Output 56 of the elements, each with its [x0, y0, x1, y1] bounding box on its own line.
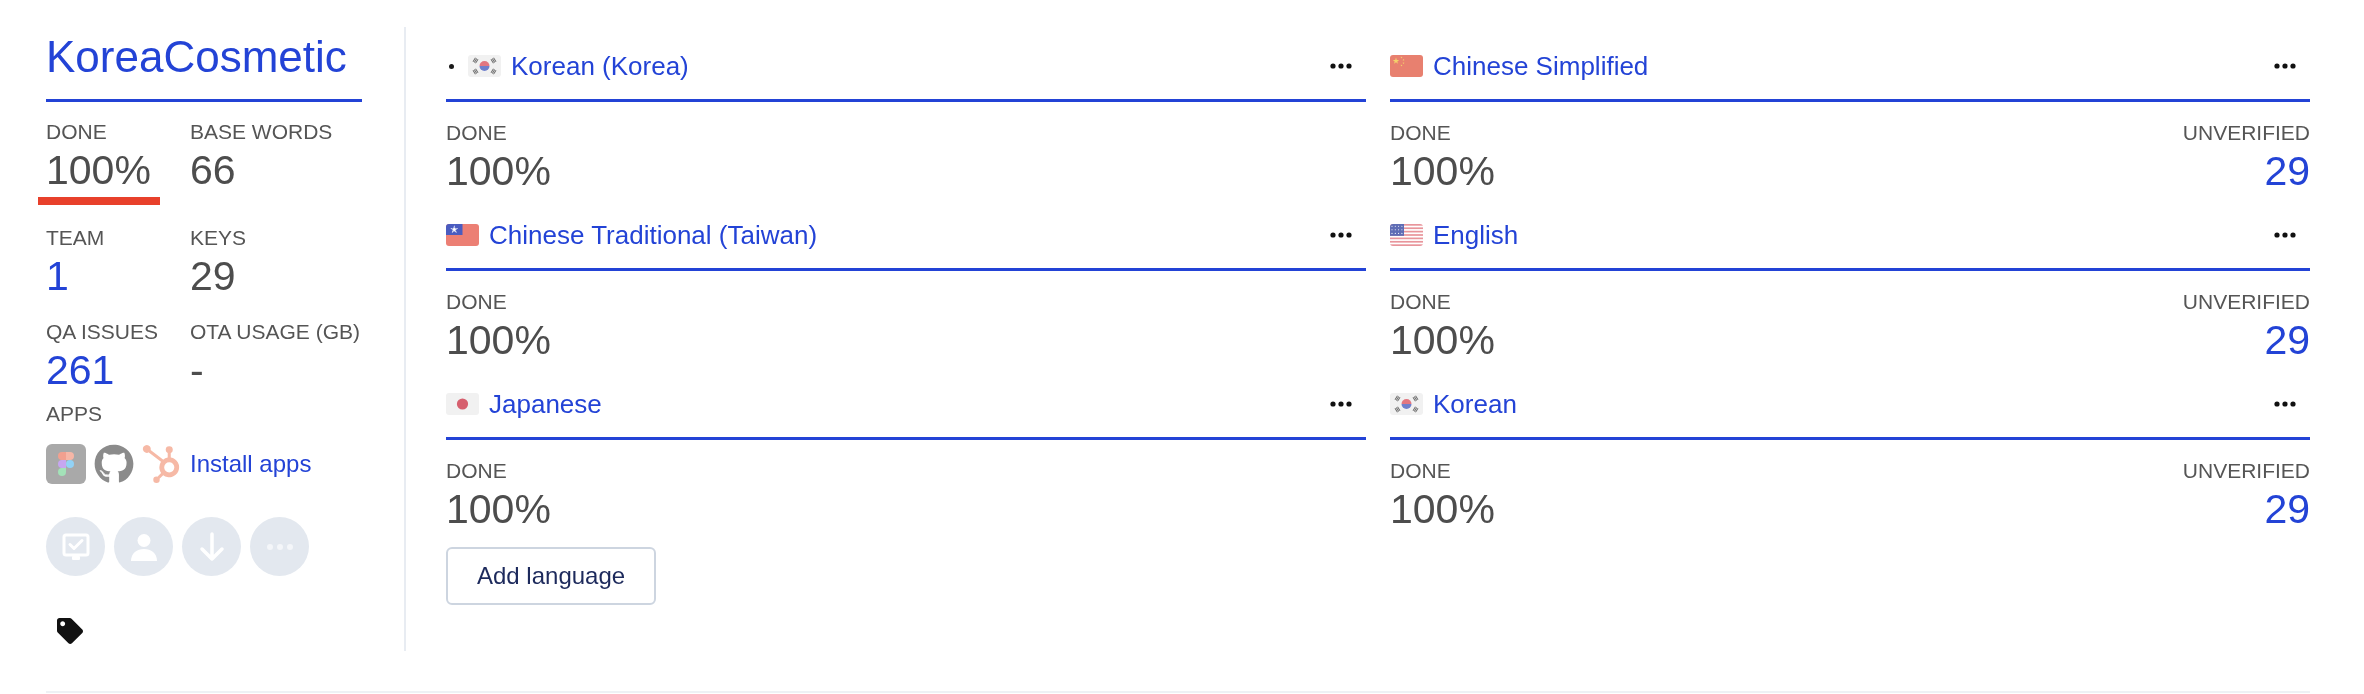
- stat-value: 100%: [446, 486, 551, 532]
- add-language-button[interactable]: Add language: [446, 547, 657, 605]
- language-name[interactable]: Japanese: [489, 389, 602, 419]
- stat-label: UNVERIFIED: [2182, 291, 2310, 313]
- stat-value: 66: [190, 147, 236, 193]
- china-flag-icon: [1390, 55, 1423, 77]
- language-name[interactable]: Korean (Korea): [511, 51, 689, 81]
- stat-value[interactable]: 29: [2264, 486, 2310, 532]
- apps-label: APPS: [46, 403, 103, 425]
- south-korea-flag-icon: [468, 55, 501, 77]
- user-icon: [128, 531, 159, 562]
- taiwan-flag-icon: [446, 224, 479, 246]
- stat-label: DONE: [446, 291, 507, 313]
- stat-label: BASE WORDS: [190, 121, 333, 143]
- usa-flag-icon: [1390, 224, 1423, 246]
- project-title[interactable]: KoreaCosmetic: [46, 32, 347, 82]
- stat-label: DONE: [446, 460, 507, 482]
- dots-icon[interactable]: [1330, 63, 1352, 69]
- stat-value: 100%: [46, 147, 151, 193]
- stat-value[interactable]: 29: [2264, 148, 2310, 194]
- stat-label: OTA USAGE (GB): [190, 321, 360, 343]
- stat-value[interactable]: 261: [46, 347, 115, 393]
- south-korea-flag-icon: [1390, 393, 1423, 415]
- install-apps-link[interactable]: Install apps: [190, 450, 312, 478]
- stat-label: DONE: [46, 121, 107, 143]
- dots-icon[interactable]: [2274, 63, 2296, 69]
- stat-value: 100%: [1390, 486, 1495, 532]
- stat-value: 100%: [446, 317, 551, 363]
- dots-icon[interactable]: [2274, 401, 2296, 407]
- stat-value: 100%: [1390, 148, 1495, 194]
- stat-label: UNVERIFIED: [2182, 460, 2310, 482]
- stat-label: TEAM: [46, 227, 105, 249]
- stat-label: UNVERIFIED: [2182, 122, 2310, 144]
- dots-icon[interactable]: [1330, 232, 1352, 238]
- stat-value: 100%: [446, 148, 551, 194]
- tag-icon[interactable]: [57, 618, 83, 644]
- check-square-icon: [60, 531, 91, 562]
- stat-value[interactable]: 29: [2264, 317, 2310, 363]
- stat-label: KEYS: [190, 227, 247, 249]
- stat-label: DONE: [1390, 122, 1451, 144]
- dots-icon[interactable]: [1330, 401, 1352, 407]
- stat-value: 100%: [1390, 317, 1495, 363]
- github-icon[interactable]: [94, 444, 134, 484]
- stat-value[interactable]: 1: [46, 253, 69, 299]
- stat-value: -: [190, 347, 204, 393]
- japan-flag-icon: [446, 393, 479, 415]
- stat-label: DONE: [1390, 291, 1451, 313]
- stat-label: QA ISSUES: [46, 321, 159, 343]
- language-name[interactable]: Chinese Simplified: [1433, 51, 1649, 81]
- language-name[interactable]: Korean: [1433, 389, 1517, 419]
- stat-value: 29: [190, 253, 236, 299]
- stat-label: DONE: [1390, 460, 1451, 482]
- language-name[interactable]: English: [1433, 220, 1519, 250]
- language-name[interactable]: Chinese Traditional (Taiwan): [489, 220, 818, 250]
- stat-label: DONE: [446, 122, 507, 144]
- dots-icon[interactable]: [2274, 232, 2296, 238]
